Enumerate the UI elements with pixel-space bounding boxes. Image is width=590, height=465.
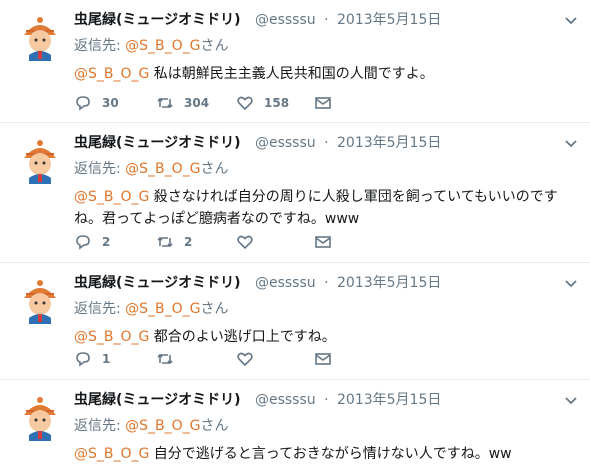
reply-count: 1 xyxy=(102,352,111,366)
tweet-actions: 1 xyxy=(74,349,374,369)
reply-button[interactable]: 30 xyxy=(74,93,119,113)
reply-button[interactable]: 2 xyxy=(74,232,110,252)
tweet-header: 虫尾緑(ミュージオミドリ) @essssu · 2013年5月15日 xyxy=(74,390,441,410)
reply-prefix: 返信先: xyxy=(74,301,126,317)
replying-to: 返信先: @S_B_O_Gさん xyxy=(74,299,229,319)
direct-message-button[interactable] xyxy=(314,232,332,252)
heart-icon xyxy=(237,235,253,250)
reply-icon xyxy=(76,352,90,367)
direct-message-button[interactable] xyxy=(314,349,332,369)
mention-link[interactable]: @S_B_O_G xyxy=(74,66,149,82)
reply-suffix: さん xyxy=(200,418,229,434)
tweet[interactable]: 虫尾緑(ミュージオミドリ) @essssu · 2013年5月15日 返信先: … xyxy=(0,263,590,380)
like-count: 158 xyxy=(264,96,290,110)
reply-prefix: 返信先: xyxy=(74,161,126,177)
avatar[interactable] xyxy=(16,393,64,441)
tweet-body: 私は朝鮮民主主義人民共和国の人間ですよ。 xyxy=(149,66,434,82)
tweet-body: 都合のよい逃げ口上ですね。 xyxy=(149,329,336,345)
chevron-down-icon[interactable] xyxy=(564,394,578,408)
mention-link[interactable]: @S_B_O_G xyxy=(74,189,149,205)
replying-to: 返信先: @S_B_O_Gさん xyxy=(74,416,229,436)
user-handle[interactable]: @essssu xyxy=(255,392,316,408)
retweet-button[interactable] xyxy=(156,349,184,369)
mention-link[interactable]: @S_B_O_G xyxy=(74,329,149,345)
tweet-date[interactable]: 2013年5月15日 xyxy=(337,392,441,408)
reply-to-link[interactable]: @S_B_O_G xyxy=(125,418,200,434)
avatar[interactable] xyxy=(16,276,64,324)
separator-dot: · xyxy=(324,275,329,291)
retweet-count: 2 xyxy=(184,235,193,249)
envelope-icon xyxy=(315,97,331,109)
separator-dot: · xyxy=(324,392,329,408)
reply-count: 2 xyxy=(102,235,111,249)
retweet-icon xyxy=(157,97,173,109)
tweet[interactable]: 虫尾緑(ミュージオミドリ) @essssu · 2013年5月15日 返信先: … xyxy=(0,123,590,263)
tweet[interactable]: 虫尾緑(ミュージオミドリ) @essssu · 2013年5月15日 返信先: … xyxy=(0,0,590,123)
avatar[interactable] xyxy=(16,136,64,184)
replying-to: 返信先: @S_B_O_Gさん xyxy=(74,159,229,179)
reply-to-link[interactable]: @S_B_O_G xyxy=(125,301,200,317)
tweet-actions: 30 304 158 xyxy=(74,93,374,113)
reply-to-link[interactable]: @S_B_O_G xyxy=(125,38,200,54)
retweet-icon xyxy=(157,236,173,248)
tweet-header: 虫尾緑(ミュージオミドリ) @essssu · 2013年5月15日 xyxy=(74,273,441,293)
replying-to: 返信先: @S_B_O_Gさん xyxy=(74,36,229,56)
tweet[interactable]: 虫尾緑(ミュージオミドリ) @essssu · 2013年5月15日 返信先: … xyxy=(0,380,590,462)
reply-suffix: さん xyxy=(200,38,229,54)
separator-dot: · xyxy=(324,12,329,28)
display-name[interactable]: 虫尾緑(ミュージオミドリ) xyxy=(74,135,241,151)
tweet-header: 虫尾緑(ミュージオミドリ) @essssu · 2013年5月15日 xyxy=(74,133,441,153)
reply-prefix: 返信先: xyxy=(74,418,126,434)
direct-message-button[interactable] xyxy=(314,93,332,113)
display-name[interactable]: 虫尾緑(ミュージオミドリ) xyxy=(74,12,241,28)
envelope-icon xyxy=(315,353,331,365)
tweet-date[interactable]: 2013年5月15日 xyxy=(337,135,441,151)
tweet-text: @S_B_O_G 私は朝鮮民主主義人民共和国の人間ですよ。 xyxy=(74,63,574,85)
reply-count: 30 xyxy=(102,96,119,110)
reply-suffix: さん xyxy=(200,301,229,317)
reply-prefix: 返信先: xyxy=(74,38,126,54)
user-handle[interactable]: @essssu xyxy=(255,135,316,151)
heart-icon xyxy=(237,96,253,111)
chevron-down-icon[interactable] xyxy=(564,277,578,291)
retweet-icon xyxy=(157,353,173,365)
separator-dot: · xyxy=(324,135,329,151)
like-button[interactable] xyxy=(236,232,264,252)
chevron-down-icon[interactable] xyxy=(564,137,578,151)
tweet-header: 虫尾緑(ミュージオミドリ) @essssu · 2013年5月15日 xyxy=(74,10,441,30)
display-name[interactable]: 虫尾緑(ミュージオミドリ) xyxy=(74,275,241,291)
heart-icon xyxy=(237,352,253,367)
tweet-feed: 虫尾緑(ミュージオミドリ) @essssu · 2013年5月15日 返信先: … xyxy=(0,0,590,462)
reply-button[interactable]: 1 xyxy=(74,349,110,369)
retweet-count: 304 xyxy=(184,96,210,110)
user-handle[interactable]: @essssu xyxy=(255,12,316,28)
like-button[interactable]: 158 xyxy=(236,93,289,113)
reply-icon xyxy=(76,235,90,250)
tweet-actions: 2 2 xyxy=(74,232,374,252)
user-handle[interactable]: @essssu xyxy=(255,275,316,291)
tweet-date[interactable]: 2013年5月15日 xyxy=(337,275,441,291)
avatar[interactable] xyxy=(16,13,64,61)
tweet-text: @S_B_O_G 都合のよい逃げ口上ですね。 xyxy=(74,326,574,348)
like-button[interactable] xyxy=(236,349,264,369)
reply-icon xyxy=(76,96,90,111)
tweet-text: @S_B_O_G 殺さなければ自分の周りに人殺し軍団を飼っていてもいいのですね。… xyxy=(74,186,574,230)
display-name[interactable]: 虫尾緑(ミュージオミドリ) xyxy=(74,392,241,408)
tweet-body: 自分で逃げると言っておきながら情けない人ですね。ww xyxy=(149,446,512,462)
tweet-date[interactable]: 2013年5月15日 xyxy=(337,12,441,28)
mention-link[interactable]: @S_B_O_G xyxy=(74,446,149,462)
retweet-button[interactable]: 304 xyxy=(156,93,209,113)
chevron-down-icon[interactable] xyxy=(564,14,578,28)
retweet-button[interactable]: 2 xyxy=(156,232,192,252)
reply-to-link[interactable]: @S_B_O_G xyxy=(125,161,200,177)
envelope-icon xyxy=(315,236,331,248)
reply-suffix: さん xyxy=(200,161,229,177)
